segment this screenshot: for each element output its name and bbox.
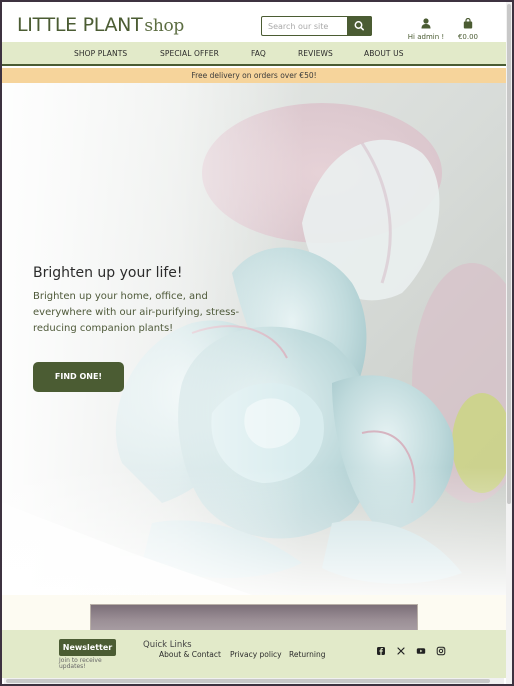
logo-shop-text: shop — [144, 16, 184, 36]
instagram-icon[interactable] — [436, 646, 446, 656]
search-button[interactable] — [347, 16, 372, 36]
account-link[interactable]: Hi admin ! — [404, 14, 448, 41]
link-about-contact[interactable]: About & Contact — [159, 650, 221, 659]
newsletter-note: Join to receive updates! — [59, 657, 102, 670]
delivery-banner: Free delivery on orders over €50! — [2, 68, 506, 83]
nav-reviews[interactable]: REVIEWS — [298, 49, 333, 58]
user-icon — [421, 18, 431, 29]
vertical-scroll-thumb[interactable] — [507, 4, 511, 504]
horizontal-scroll-thumb[interactable] — [6, 679, 490, 683]
find-one-button[interactable]: FIND ONE! — [33, 362, 124, 392]
youtube-icon[interactable] — [416, 646, 426, 656]
link-privacy-policy[interactable]: Privacy policy — [230, 650, 282, 659]
hero-heading: Brighten up your life! — [33, 265, 183, 281]
site-logo[interactable]: LITTLE PLANT shop — [17, 14, 184, 36]
quick-links-title: Quick Links — [143, 640, 192, 650]
logo-main-text: LITTLE PLANT — [17, 14, 143, 36]
search-icon — [354, 21, 365, 31]
nav-about-us[interactable]: ABOUT US — [364, 49, 404, 58]
main-nav: SHOP PLANTS SPECIAL OFFER FAQ REVIEWS AB… — [2, 42, 506, 66]
x-icon[interactable] — [396, 646, 406, 656]
browser-page: LITTLE PLANTshop Hi admin ! €0 — [2, 2, 512, 684]
shopping-bag-icon — [463, 17, 473, 29]
nav-shop-plants[interactable]: SHOP PLANTS — [74, 49, 127, 58]
user-greeting: Hi admin ! — [407, 33, 445, 41]
nav-faq[interactable]: FAQ — [251, 49, 266, 58]
facebook-icon[interactable] — [376, 646, 386, 656]
vertical-scrollbar[interactable] — [506, 2, 512, 684]
horizontal-scrollbar[interactable] — [4, 678, 504, 684]
hero-section: Brighten up your life! Brighten up your … — [2, 83, 506, 595]
hero-succulent-image — [2, 83, 506, 595]
hero-subtext: Brighten up your home, office, and every… — [33, 291, 240, 334]
site-footer: Newsletter Join to receive updates! Quic… — [2, 630, 506, 678]
search-input[interactable] — [262, 17, 347, 35]
cart-total: €0.00 — [457, 33, 479, 41]
search-box — [261, 16, 372, 36]
newsletter-button[interactable]: Newsletter — [59, 639, 116, 656]
cart-link[interactable]: €0.00 — [456, 14, 480, 41]
nav-special-offer[interactable]: SPECIAL OFFER — [160, 49, 219, 58]
link-returning[interactable]: Returning — [289, 650, 326, 659]
site-header: LITTLE PLANTshop Hi admin ! €0 — [2, 2, 506, 42]
